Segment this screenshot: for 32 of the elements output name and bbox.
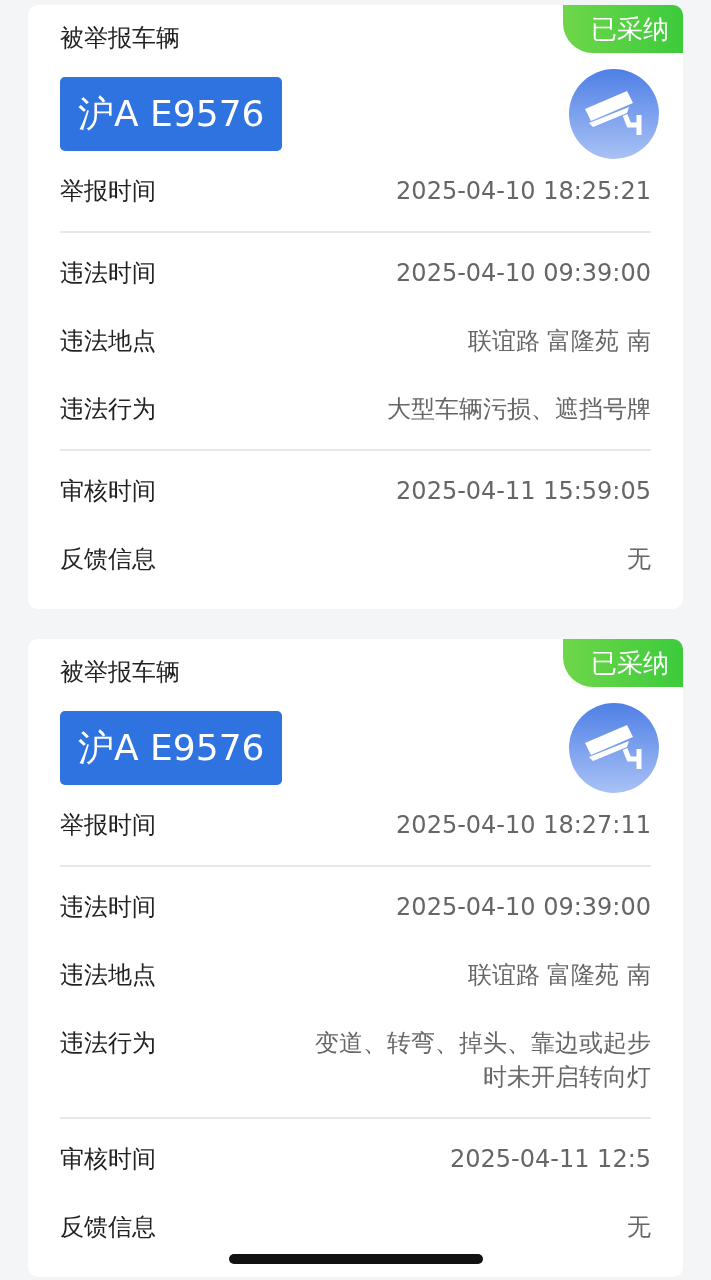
field-value: 大型车辆污损、遮挡号牌 (387, 394, 651, 425)
field-label: 违法时间 (60, 892, 156, 923)
field-label: 反馈信息 (60, 1212, 156, 1243)
field-label: 举报时间 (60, 810, 156, 841)
vehicle-label: 被举报车辆 (60, 657, 180, 688)
field-value: 2025-04-10 18:27:11 (396, 810, 651, 841)
field-label: 审核时间 (60, 476, 156, 507)
status-badge: 已采纳 (563, 639, 683, 687)
field-value: 联谊路 富隆苑 南 (467, 326, 651, 357)
field-label: 举报时间 (60, 176, 156, 207)
field-label: 违法时间 (60, 258, 156, 289)
field-label: 违法行为 (60, 394, 156, 425)
field-value: 无 (627, 1212, 651, 1243)
camera-icon (569, 69, 659, 159)
field-value: 变道、转弯、掉头、靠边或起步时未开启转向灯 (314, 1028, 651, 1093)
field-value: 联谊路 富隆苑 南 (467, 960, 651, 991)
field-value: 2025-04-11 15:59:05 (396, 476, 651, 507)
field-value: 2025-04-10 09:39:00 (396, 258, 651, 289)
field-label: 反馈信息 (60, 544, 156, 575)
license-plate: 沪A E9576 (60, 77, 283, 151)
status-badge: 已采纳 (563, 5, 683, 53)
field-label: 违法地点 (60, 960, 156, 991)
field-value: 2025-04-10 18:25:21 (396, 176, 651, 207)
camera-icon (569, 703, 659, 793)
field-label: 违法地点 (60, 326, 156, 357)
field-value: 2025-04-11 12:5 (450, 1144, 651, 1175)
vehicle-label: 被举报车辆 (60, 23, 180, 54)
field-value: 2025-04-10 09:39:00 (396, 892, 651, 923)
field-label: 审核时间 (60, 1144, 156, 1175)
license-plate: 沪A E9576 (60, 711, 283, 785)
field-label: 违法行为 (60, 1028, 156, 1059)
field-value: 无 (627, 544, 651, 575)
